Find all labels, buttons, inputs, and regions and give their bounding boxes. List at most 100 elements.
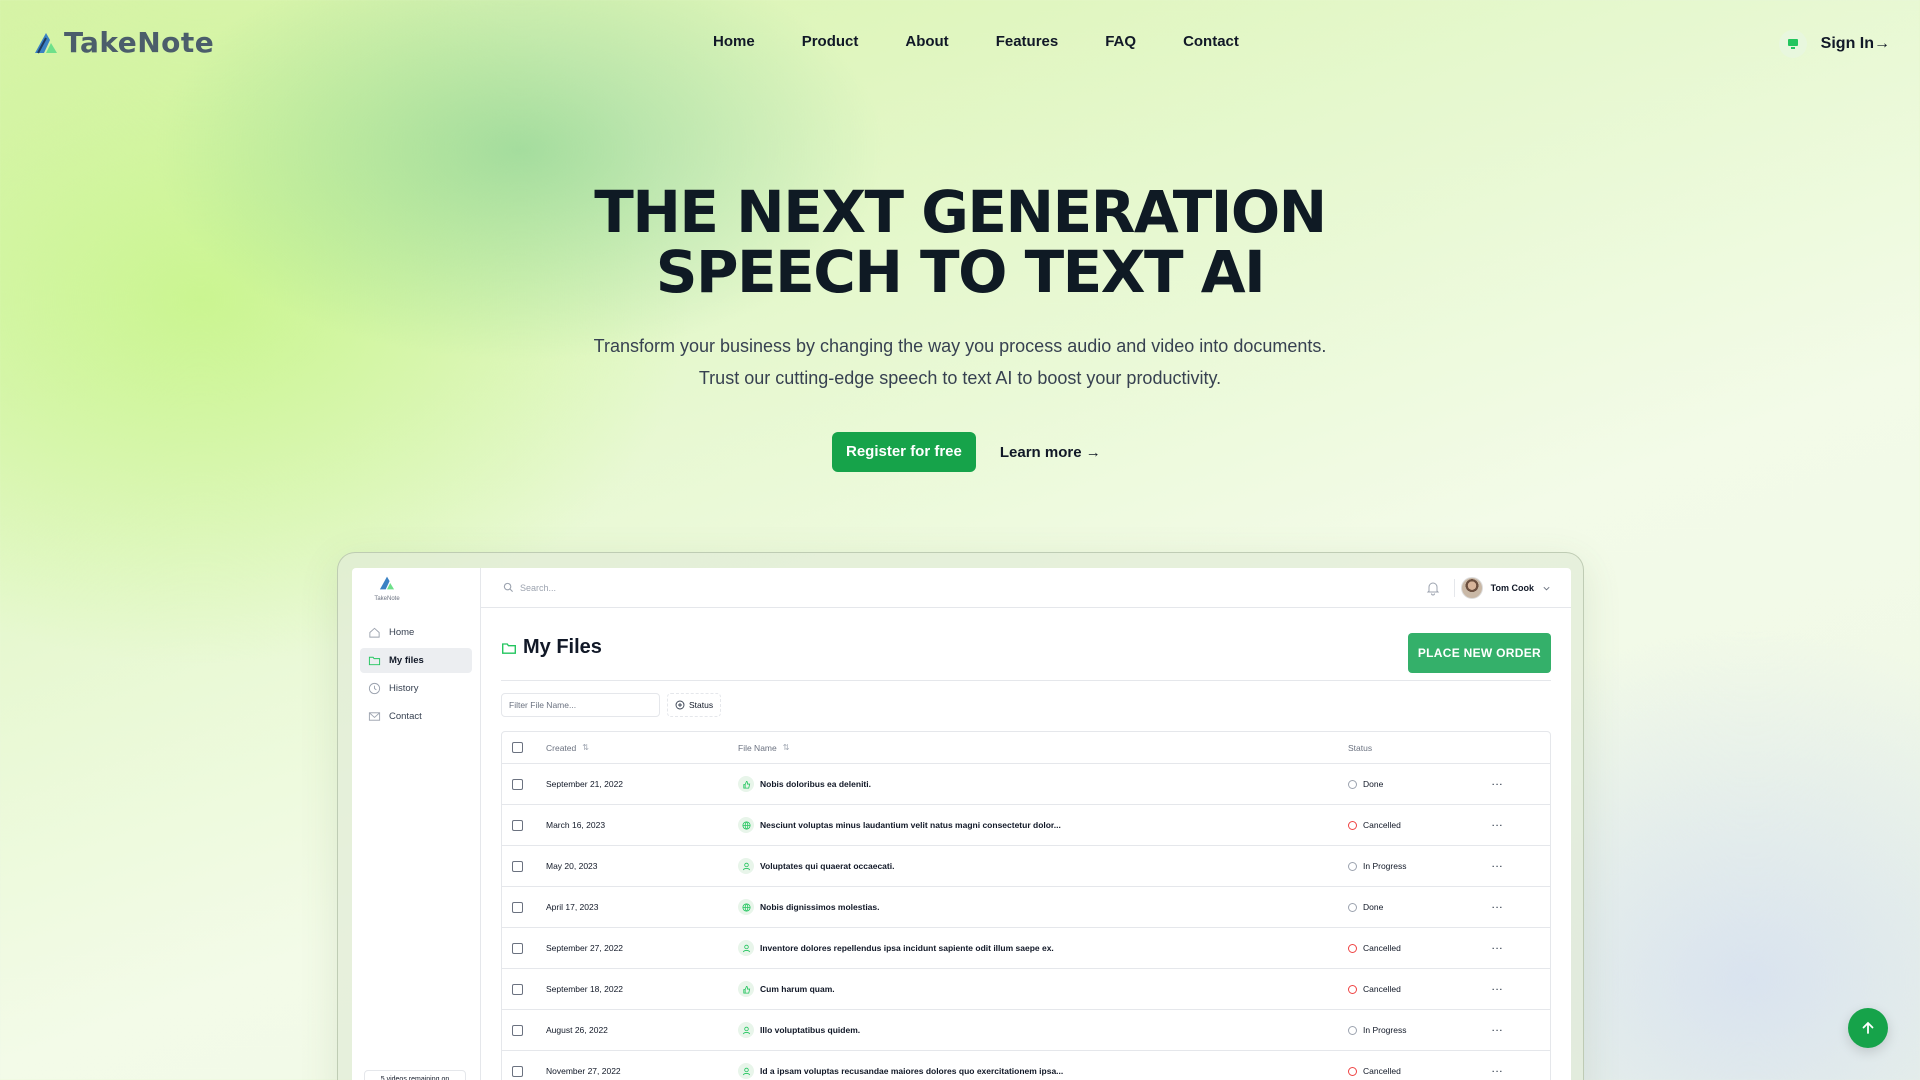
user-icon	[738, 858, 754, 874]
sidebar-item-label: My files	[389, 655, 424, 666]
register-button[interactable]: Register for free	[832, 432, 976, 472]
select-all-cell	[512, 732, 523, 763]
nav-product[interactable]: Product	[802, 33, 859, 50]
user-icon	[738, 1022, 754, 1038]
table-row[interactable]: November 27, 2022 Id a ipsam voluptas rec…	[502, 1051, 1550, 1080]
sign-in-link[interactable]: Sign In→	[1821, 35, 1890, 53]
plus-circle-icon	[675, 700, 685, 710]
row-more-button[interactable]: ···	[1492, 764, 1504, 804]
table-row[interactable]: September 18, 2022 Cum harum quam. Cancell…	[502, 969, 1550, 1010]
table-row[interactable]: September 27, 2022 Inventore dolores repe…	[502, 928, 1550, 969]
row-file-name: Id a ipsam voluptas recusandae maiores d…	[760, 1066, 1064, 1076]
nav-contact[interactable]: Contact	[1183, 33, 1239, 50]
more-icon: ···	[1492, 779, 1504, 789]
row-more-button[interactable]: ···	[1492, 1010, 1504, 1050]
hero-title-line2: SPEECH TO TEXT AI	[655, 238, 1266, 306]
monitor-icon[interactable]	[1778, 30, 1807, 58]
row-file[interactable]: Nobis doloribus ea deleniti.	[738, 764, 871, 804]
row-file[interactable]: Cum harum quam.	[738, 969, 835, 1009]
folder-icon	[502, 642, 516, 654]
status-icon	[1348, 902, 1357, 912]
status-icon	[1348, 1066, 1357, 1076]
learn-more-link[interactable]: Learn more →	[1000, 444, 1101, 461]
row-status: Cancelled	[1348, 1051, 1401, 1080]
row-file[interactable]: Id a ipsam voluptas recusandae maiores d…	[738, 1051, 1063, 1080]
column-created[interactable]: Created ⇅	[546, 732, 589, 763]
nav-features[interactable]: Features	[996, 33, 1059, 50]
row-file[interactable]: Nobis dignissimos molestias.	[738, 887, 880, 927]
row-checkbox[interactable]	[512, 819, 523, 831]
hero-title-line1: THE NEXT GENERATION	[594, 178, 1327, 246]
status-filter-button[interactable]: Status	[667, 693, 722, 717]
scroll-to-top-button[interactable]	[1848, 1008, 1888, 1048]
table-row[interactable]: March 16, 2023 Nesciunt voluptas minus la…	[502, 805, 1550, 846]
row-created: May 20, 2023	[546, 846, 598, 886]
status-icon	[1348, 984, 1357, 994]
row-status-text: In Progress	[1363, 861, 1407, 871]
nav-home[interactable]: Home	[713, 33, 755, 50]
column-file-name[interactable]: File Name ⇅	[738, 732, 789, 763]
table-row[interactable]: August 26, 2022 Illo voluptatibus quidem.…	[502, 1010, 1550, 1051]
search-input[interactable]: Search...	[503, 582, 556, 593]
row-file[interactable]: Nesciunt voluptas minus laudantium velit…	[738, 805, 1061, 845]
row-more-button[interactable]: ···	[1492, 805, 1504, 845]
nav-links: Home Product About Features FAQ Contact	[713, 33, 1286, 50]
column-status: Status	[1348, 732, 1372, 763]
row-file-name: Nobis dignissimos molestias.	[760, 902, 880, 912]
sidebar-item-home[interactable]: Home	[360, 620, 472, 645]
globe-icon	[738, 899, 754, 915]
row-checkbox-cell	[512, 805, 523, 845]
row-more-button[interactable]: ···	[1492, 928, 1504, 968]
row-more-button[interactable]: ···	[1492, 846, 1504, 886]
row-checkbox[interactable]	[512, 778, 523, 790]
app-topbar: Search... Tom Cook	[481, 568, 1571, 608]
row-checkbox-cell	[512, 846, 523, 886]
brand-logo[interactable]: TakeNote	[32, 26, 214, 59]
nav-faq[interactable]: FAQ	[1105, 33, 1136, 50]
row-created-text: April 17, 2023	[546, 902, 599, 912]
row-checkbox[interactable]	[512, 1065, 523, 1077]
row-checkbox[interactable]	[512, 983, 523, 995]
table-row[interactable]: September 21, 2022 Nobis doloribus ea del…	[502, 764, 1550, 805]
row-more-button[interactable]: ···	[1492, 1051, 1504, 1080]
page-title-text: My Files	[523, 636, 602, 658]
arrow-up-icon	[1862, 1021, 1874, 1034]
row-file[interactable]: Voluptates qui quaerat occaecati.	[738, 846, 894, 886]
select-all-checkbox[interactable]	[512, 742, 523, 753]
place-new-order-button[interactable]: PLACE NEW ORDER	[1407, 633, 1551, 673]
search-placeholder: Search...	[520, 582, 557, 593]
row-checkbox[interactable]	[512, 860, 523, 872]
divider	[1454, 579, 1455, 597]
table-row[interactable]: May 20, 2023 Voluptates qui quaerat occae…	[502, 846, 1550, 887]
nav-right: Sign In→	[1778, 30, 1890, 58]
sidebar-item-label: Home	[389, 627, 415, 638]
row-status: Cancelled	[1348, 928, 1401, 968]
hero-cta: Register for free Learn more →	[832, 432, 1101, 472]
globe-icon	[738, 817, 754, 833]
row-created: April 17, 2023	[546, 887, 598, 927]
row-more-button[interactable]: ···	[1492, 969, 1504, 1009]
sidebar-item-my-files[interactable]: My files	[360, 648, 472, 673]
more-icon: ···	[1492, 861, 1504, 871]
sidebar-item-history[interactable]: History	[360, 676, 472, 701]
avatar	[1460, 577, 1483, 599]
user-menu[interactable]: Tom Cook	[1460, 577, 1551, 599]
divider	[501, 680, 1551, 681]
row-file[interactable]: Inventore dolores repellendus ipsa incid…	[738, 928, 1054, 968]
filter-file-name-input[interactable]: Filter File Name...	[501, 693, 660, 717]
row-checkbox[interactable]	[512, 901, 523, 913]
status-icon	[1348, 820, 1357, 830]
sidebar-item-contact[interactable]: Contact	[360, 704, 472, 729]
nav-about[interactable]: About	[905, 33, 948, 50]
top-nav: TakeNote Home Product About Features FAQ…	[0, 0, 1920, 88]
row-created: September 21, 2022	[546, 764, 623, 804]
bell-icon[interactable]	[1425, 580, 1441, 596]
row-file[interactable]: Illo voluptatibus quidem.	[738, 1010, 860, 1050]
table-row[interactable]: April 17, 2023 Nobis dignissimos molestia…	[502, 887, 1550, 928]
row-more-button[interactable]: ···	[1492, 887, 1504, 927]
row-file-name: Nobis doloribus ea deleniti.	[760, 779, 871, 789]
row-checkbox[interactable]	[512, 1024, 523, 1036]
row-created-text: November 27, 2022	[546, 1066, 621, 1076]
page-title: My Files	[501, 636, 602, 659]
row-checkbox[interactable]	[512, 942, 523, 954]
